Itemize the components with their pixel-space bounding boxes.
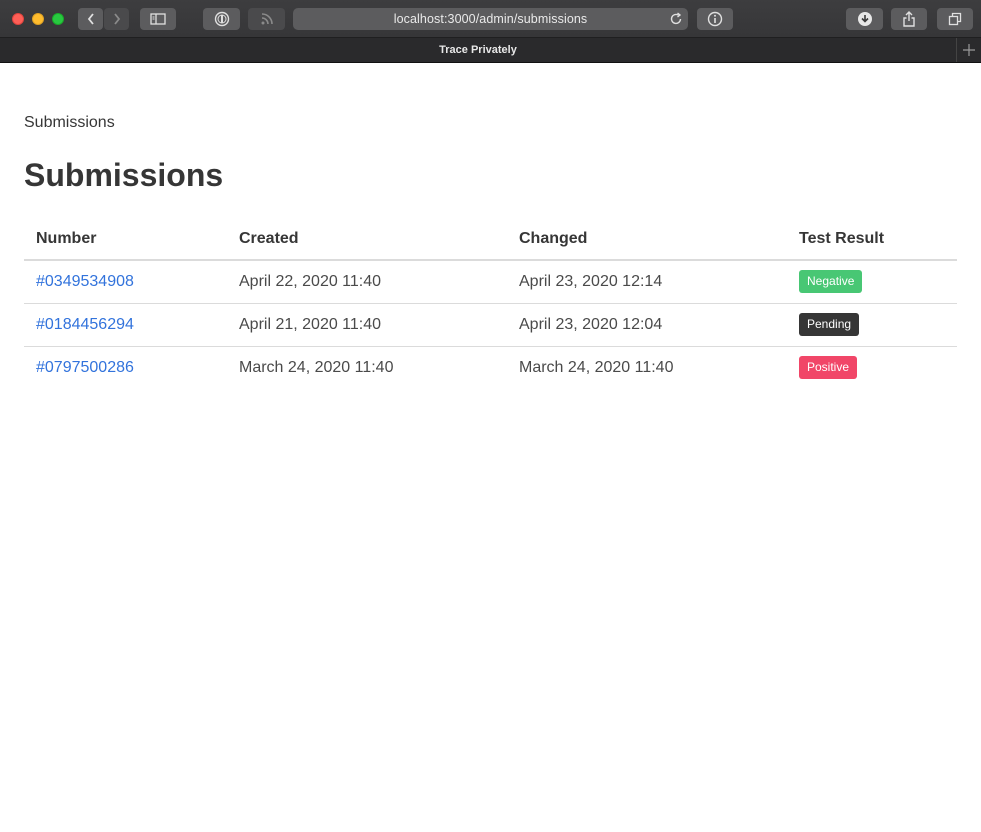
column-header-created: Created — [227, 218, 507, 261]
test-result-badge: Pending — [799, 313, 860, 336]
tabs-overview-button[interactable] — [937, 8, 973, 30]
created-date: March 24, 2020 11:40 — [239, 358, 394, 376]
password-manager-icon — [214, 11, 229, 27]
test-result-badge: Negative — [799, 270, 863, 294]
back-button[interactable] — [78, 8, 103, 30]
tabs-overview-icon — [948, 12, 962, 26]
minimize-window-button[interactable] — [32, 13, 44, 25]
reload-icon[interactable] — [669, 12, 683, 26]
zoom-window-button[interactable] — [52, 13, 64, 25]
column-header-changed: Changed — [507, 218, 787, 261]
rss-icon — [261, 13, 273, 25]
address-bar[interactable]: localhost:3000/admin/submissions — [293, 8, 688, 30]
forward-icon — [113, 13, 120, 25]
page-title: Submissions — [24, 157, 224, 193]
table-header-row: Number Created Changed Test Result — [24, 218, 957, 261]
table-row: #0184456294 April 21, 2020 11:40 April 2… — [24, 303, 957, 347]
download-button[interactable] — [846, 8, 883, 30]
sidebar-button[interactable] — [140, 8, 176, 30]
download-icon — [857, 12, 872, 26]
test-result-badge: Positive — [799, 356, 858, 380]
column-header-number: Number — [24, 218, 227, 261]
browser-toolbar: localhost:3000/admin/submissions — [0, 0, 981, 38]
sidebar-icon — [150, 13, 166, 25]
table-row: #0349534908 April 22, 2020 11:40 April 2… — [24, 260, 957, 304]
table-row: #0797500286 March 24, 2020 11:40 March 2… — [24, 346, 957, 389]
column-header-test-result: Test Result — [787, 218, 957, 261]
changed-date: March 24, 2020 11:40 — [519, 358, 674, 376]
url-text: localhost:3000/admin/submissions — [393, 12, 588, 26]
close-window-button[interactable] — [12, 13, 24, 25]
created-date: April 22, 2020 11:40 — [227, 260, 507, 304]
share-icon — [903, 11, 915, 27]
info-icon — [707, 11, 723, 27]
forward-button[interactable] — [104, 8, 129, 30]
submission-number-link[interactable]: #0349534908 — [36, 273, 134, 290]
new-tab-button[interactable] — [956, 38, 981, 62]
tab-title-label: Trace Privately — [439, 44, 517, 56]
rss-button[interactable] — [248, 8, 285, 30]
back-icon — [87, 13, 94, 25]
tab-bar: Trace Privately — [0, 38, 981, 63]
created-date: April 21, 2020 11:40 — [227, 303, 507, 347]
changed-date: April 23, 2020 12:14 — [507, 260, 787, 304]
info-button[interactable] — [697, 8, 733, 30]
tab-active[interactable]: Trace Privately — [0, 38, 956, 62]
breadcrumb: Submissions — [24, 114, 115, 131]
submission-number-link[interactable]: #0797500286 — [36, 359, 134, 376]
submissions-table: Number Created Changed Test Result #0349… — [24, 218, 957, 389]
share-button[interactable] — [891, 8, 927, 30]
new-tab-icon — [963, 44, 975, 56]
submission-number-link[interactable]: #0184456294 — [36, 316, 134, 333]
password-manager-button[interactable] — [203, 8, 240, 30]
changed-date: April 23, 2020 12:04 — [507, 303, 787, 347]
